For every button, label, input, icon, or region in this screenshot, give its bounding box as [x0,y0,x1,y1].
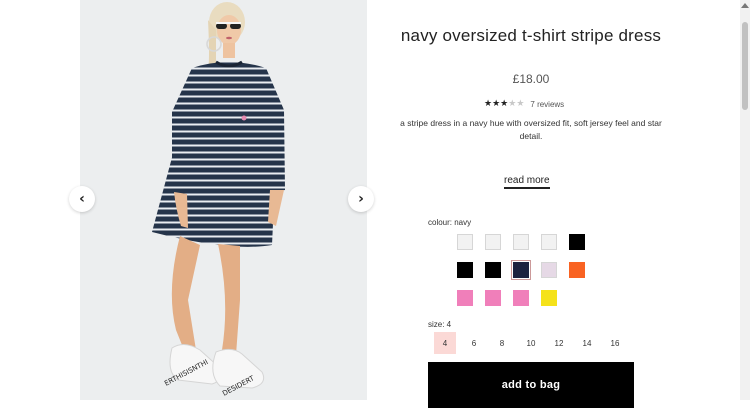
colour-swatch[interactable] [569,262,585,278]
colour-swatch[interactable] [485,234,501,250]
gallery-next-button[interactable]: › [348,186,374,212]
colour-swatch[interactable] [457,234,473,250]
size-option-14[interactable]: 14 [576,332,598,354]
colour-swatch[interactable] [541,290,557,306]
product-rating[interactable]: ★★★★★ 7 reviews [484,99,564,109]
product-details: navy oversized t-shirt stripe dress £18.… [400,0,725,408]
star-icon: ★ [516,99,525,109]
colour-swatch[interactable] [485,262,501,278]
star-icon: ★ [492,99,501,109]
size-option-6[interactable]: 6 [463,332,485,354]
size-option-8[interactable]: 8 [491,332,513,354]
colour-label: colour: navy [428,218,472,227]
colour-swatch[interactable] [541,262,557,278]
colour-swatch[interactable] [457,290,473,306]
reviews-count[interactable]: 7 reviews [530,100,564,109]
size-option-10[interactable]: 10 [520,332,542,354]
product-photo: ERTHISISNTHI DESIDERT [152,2,285,398]
scroll-up-arrow-icon[interactable] [741,3,749,8]
page-left-margin [0,0,80,400]
add-to-bag-button[interactable]: add to bag [428,362,634,408]
chevron-right-icon: › [358,191,364,207]
colour-swatch[interactable] [485,290,501,306]
scrollbar-thumb[interactable] [742,22,748,110]
size-option-16[interactable]: 16 [604,332,626,354]
colour-swatch[interactable] [457,262,473,278]
chevron-left-icon: ‹ [79,191,85,207]
colour-swatch[interactable] [569,234,585,250]
read-more-link[interactable]: read more [504,175,550,189]
product-price: £18.00 [512,72,550,86]
product-image-gallery[interactable]: ERTHISISNTHI DESIDERT [80,0,367,400]
star-icon: ★ [484,99,493,109]
size-label: size: 4 [428,320,452,329]
colour-swatch[interactable] [513,234,529,250]
colour-swatch[interactable] [513,290,529,306]
rating-stars-icon: ★★★★★ [484,99,524,109]
colour-swatch[interactable] [511,260,531,280]
product-title: navy oversized t-shirt stripe dress [400,26,662,45]
gallery-prev-button[interactable]: ‹ [69,186,95,212]
product-description: a stripe dress in a navy hue with oversi… [400,118,662,141]
size-option-4[interactable]: 4 [434,332,456,354]
size-option-12[interactable]: 12 [548,332,570,354]
colour-swatch[interactable] [541,234,557,250]
